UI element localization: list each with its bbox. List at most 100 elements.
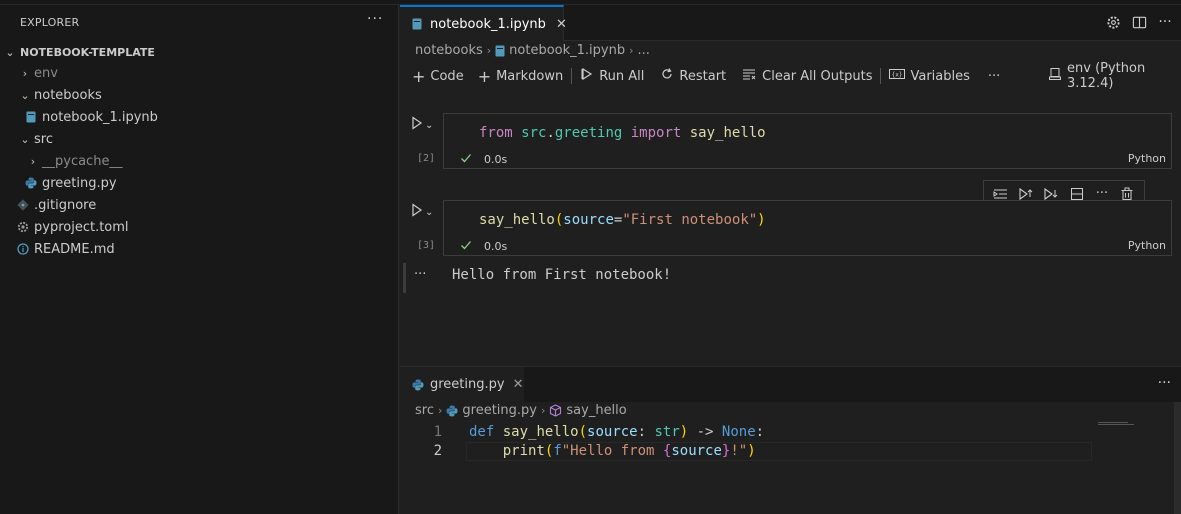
chevron-right-icon: › <box>629 44 634 57</box>
tree-item-label: __pycache__ <box>42 153 123 169</box>
bottom-editor-group: greeting.py ✕ ··· <box>400 366 1181 514</box>
notebook-toolbar: + Code + Markdown Run All Restart Clear … <box>400 61 1181 91</box>
explorer-root-folder[interactable]: ⌄ NOTEBOOK-TEMPLATE <box>0 41 398 63</box>
clear-all-outputs-button[interactable]: Clear All Outputs <box>738 65 876 87</box>
kernel-picker[interactable]: env (Python 3.12.4) <box>1044 61 1181 91</box>
tree-item-pycache[interactable]: › __pycache__ <box>0 150 398 172</box>
variables-button[interactable]: {x} Variables <box>885 65 973 87</box>
python-file-icon <box>412 379 424 391</box>
cell-source[interactable]: say_hello(source="First notebook") <box>479 212 766 228</box>
chevron-down-icon: ⌄ <box>20 88 30 102</box>
plus-icon: + <box>477 66 492 86</box>
play-icon <box>411 116 423 134</box>
add-markdown-label: Markdown <box>496 68 564 84</box>
cell-status: 0.0s <box>460 152 507 167</box>
toolbar-more-icon[interactable]: ··· <box>984 65 1004 87</box>
code-cell[interactable]: say_hello(source="First notebook") 0.0s … <box>443 200 1172 256</box>
line-number: 1 <box>433 424 442 440</box>
chevron-right-icon: › <box>486 44 492 57</box>
add-code-cell-button[interactable]: + Code <box>408 65 468 87</box>
python-file-icon <box>446 405 458 417</box>
tree-item-gitignore[interactable]: .gitignore <box>0 194 398 216</box>
variables-label: Variables <box>910 68 970 84</box>
code-line[interactable]: def say_hello(source: str) -> None: <box>469 424 764 440</box>
breadcrumb-file[interactable]: notebook_1.ipynb <box>509 43 625 58</box>
explorer-sidebar: EXPLORER ··· ⌄ NOTEBOOK-TEMPLATE › env ⌄… <box>0 5 399 514</box>
chevron-down-icon[interactable]: ⌄ <box>425 207 433 218</box>
close-icon[interactable]: ✕ <box>556 17 567 32</box>
restart-button[interactable]: Restart <box>656 65 730 87</box>
breadcrumb-symbol[interactable]: say_hello <box>566 403 626 418</box>
git-icon <box>16 198 30 212</box>
code-token: src <box>512 125 547 141</box>
run-all-button[interactable]: Run All <box>576 65 648 87</box>
chevron-down-icon[interactable]: ⌄ <box>425 120 433 131</box>
play-icon <box>411 203 423 221</box>
code-token: say_hello <box>494 424 579 440</box>
run-cell-button[interactable]: ⌄ <box>411 115 441 135</box>
restart-label: Restart <box>679 68 727 84</box>
tree-item-notebooks[interactable]: ⌄ notebooks <box>0 84 398 106</box>
code-token: : <box>637 424 647 440</box>
execution-count: [2] <box>417 153 436 164</box>
tree-item-readme[interactable]: README.md <box>0 238 398 260</box>
variables-icon: {x} <box>889 67 906 85</box>
close-icon[interactable]: ✕ <box>513 377 524 392</box>
tab-label: notebook_1.ipynb <box>430 16 546 32</box>
add-markdown-cell-button[interactable]: + Markdown <box>474 65 568 87</box>
tree-item-src[interactable]: ⌄ src <box>0 128 398 150</box>
code-token: say_hello <box>479 212 555 228</box>
code-token: None <box>713 424 756 440</box>
tree-item-env[interactable]: › env <box>0 62 398 84</box>
code-token: ) <box>757 212 766 228</box>
vertical-scrollbar[interactable] <box>1174 402 1181 514</box>
tree-item-pyproject[interactable]: pyproject.toml <box>0 216 398 238</box>
minimap[interactable] <box>1098 422 1136 427</box>
toolbar-divider <box>571 68 573 84</box>
breadcrumb-more[interactable]: ... <box>638 43 650 58</box>
cell-language[interactable]: Python <box>1128 152 1166 165</box>
tab-greeting-py[interactable]: greeting.py ✕ <box>400 367 524 402</box>
clear-all-outputs-label: Clear All Outputs <box>762 68 873 84</box>
tree-item-label: src <box>34 131 53 147</box>
split-editor-icon[interactable] <box>1131 14 1147 30</box>
breadcrumb-folder[interactable]: notebooks <box>415 43 483 58</box>
cell-language[interactable]: Python <box>1128 239 1166 252</box>
breadcrumb-file[interactable]: greeting.py <box>462 403 537 418</box>
more-actions-icon[interactable]: ··· <box>1157 14 1173 30</box>
output-more-icon[interactable]: ··· <box>414 267 426 282</box>
plus-icon: + <box>412 66 426 86</box>
cell-status: 0.0s <box>460 239 507 254</box>
tree-item-label: README.md <box>34 241 115 257</box>
code-token: source <box>671 443 722 459</box>
tree-item-greeting-py[interactable]: greeting.py <box>0 172 398 194</box>
kernel-label: env (Python 3.12.4) <box>1067 61 1146 91</box>
cell-duration: 0.0s <box>484 153 508 166</box>
code-token: ( <box>578 424 588 440</box>
code-token: f <box>553 443 562 459</box>
tab-notebook-1[interactable]: notebook_1.ipynb ✕ <box>400 5 567 41</box>
bottom-tab-bar: greeting.py ✕ ··· <box>400 367 1181 402</box>
code-token: !" <box>730 443 748 459</box>
add-code-label: Code <box>430 68 464 84</box>
gear-icon[interactable] <box>1105 14 1121 30</box>
tree-item-notebook-1[interactable]: notebook_1.ipynb <box>0 106 398 128</box>
code-line[interactable]: print(f"Hello from {source}!") <box>469 443 756 459</box>
breadcrumb-folder[interactable]: src <box>415 403 434 418</box>
chevron-right-icon: › <box>22 66 28 80</box>
toolbar-divider <box>880 68 882 84</box>
restart-icon <box>660 67 674 85</box>
tree-item-label: greeting.py <box>42 175 117 191</box>
cell-source[interactable]: from src.greeting import say_hello <box>479 125 766 141</box>
tree-item-label: pyproject.toml <box>34 219 129 235</box>
explorer-more-icon[interactable]: ··· <box>367 11 383 27</box>
code-token: str <box>646 424 680 440</box>
code-cell[interactable]: from src.greeting import say_hello 0.0s … <box>443 113 1172 169</box>
code-token: greeting <box>554 125 623 141</box>
check-icon <box>460 239 472 254</box>
run-cell-button[interactable]: ⌄ <box>411 202 441 222</box>
chevron-down-icon: ⌄ <box>5 45 15 59</box>
tree-item-label: .gitignore <box>34 197 97 213</box>
notebook-file-icon <box>495 45 505 57</box>
more-actions-icon[interactable]: ··· <box>1158 375 1171 391</box>
